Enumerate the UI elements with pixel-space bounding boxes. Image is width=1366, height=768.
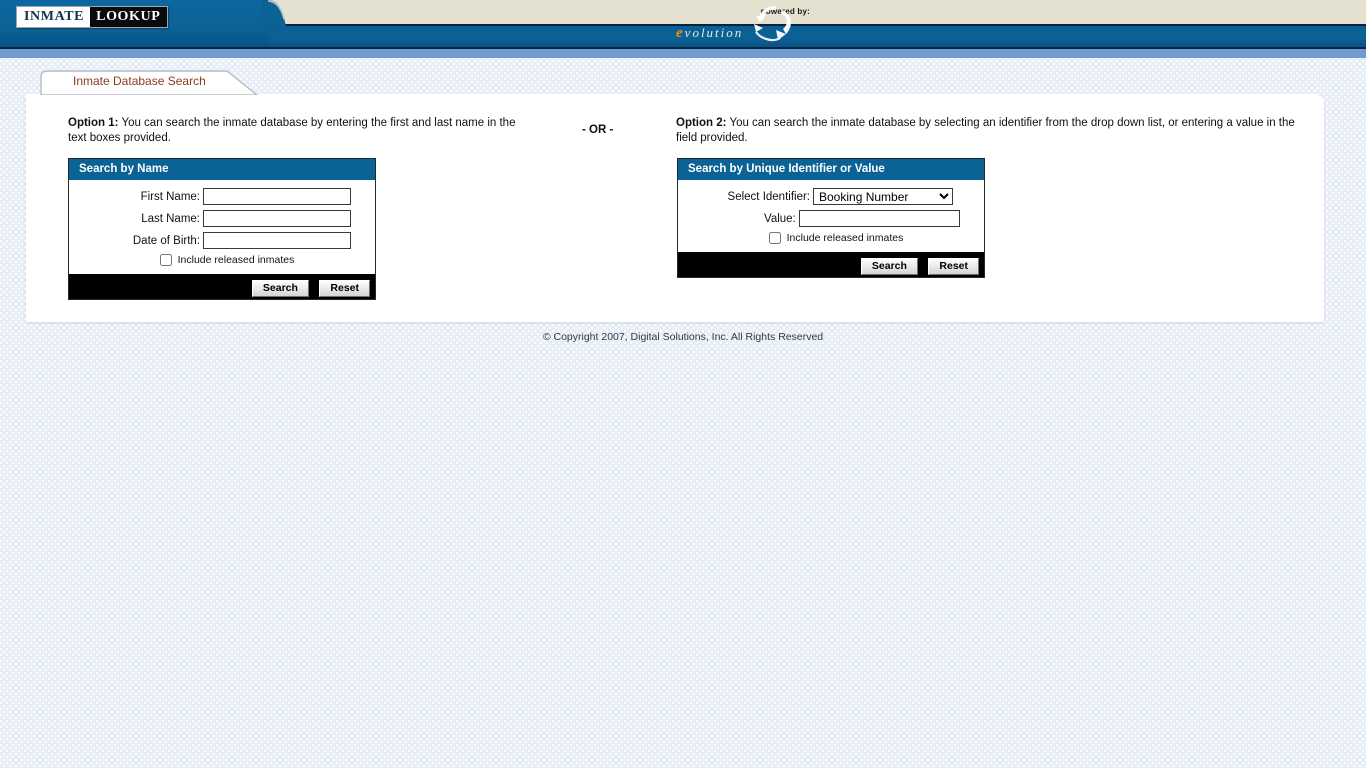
header-accent-band xyxy=(0,49,1366,58)
logo-inmate-text: INMATE xyxy=(17,7,91,27)
last-name-label: Last Name: xyxy=(141,212,200,225)
tab-inmate-database-search[interactable]: Inmate Database Search xyxy=(35,69,275,95)
select-identifier-dropdown[interactable]: Booking Number xyxy=(813,188,953,205)
name-include-released-label: Include released inmates xyxy=(177,254,295,266)
name-include-released-row: Include released inmates xyxy=(69,254,375,266)
name-search-button[interactable]: Search xyxy=(251,280,309,297)
last-name-input[interactable] xyxy=(203,210,351,227)
first-name-row: First Name: xyxy=(69,188,375,205)
main-content-panel: Option 1: You can search the inmate data… xyxy=(26,94,1324,322)
name-include-released-checkbox[interactable] xyxy=(159,254,172,266)
site-logo[interactable]: INMATE LOOKUP xyxy=(16,6,169,28)
evolution-wordmark: evolution xyxy=(676,25,743,41)
first-name-input[interactable] xyxy=(203,188,351,205)
tab-strip: Inmate Database Search xyxy=(0,58,1366,95)
evolution-swirl-icon xyxy=(754,6,791,42)
search-by-name-panel: Search by Name First Name: Last Name: Da… xyxy=(68,158,376,300)
site-header: INMATE LOOKUP powered by: evolution xyxy=(0,0,1366,58)
identifier-reset-button[interactable]: Reset xyxy=(928,258,979,275)
search-by-name-title: Search by Name xyxy=(69,159,375,180)
value-row: Value: xyxy=(678,210,984,227)
option-1-label: Option 1: xyxy=(68,117,119,129)
option-1-description: Option 1: You can search the inmate data… xyxy=(68,116,520,145)
page-root: INMATE LOOKUP powered by: evolution Inma… xyxy=(0,0,1366,768)
evolution-e-glyph: e xyxy=(676,25,685,41)
date-of-birth-input[interactable] xyxy=(203,232,351,249)
search-by-identifier-panel: Search by Unique Identifier or Value Sel… xyxy=(677,158,985,278)
evolution-rest-glyph: volution xyxy=(684,25,744,40)
option-2-description: Option 2: You can search the inmate data… xyxy=(676,116,1316,145)
option-2-body: You can search the inmate database by se… xyxy=(676,117,1295,144)
identifier-include-released-checkbox[interactable] xyxy=(768,232,781,244)
identifier-search-button[interactable]: Search xyxy=(860,258,918,275)
value-input[interactable] xyxy=(798,210,960,227)
identifier-include-released-label: Include released inmates xyxy=(786,232,904,244)
first-name-label: First Name: xyxy=(140,190,200,203)
option-2-label: Option 2: xyxy=(676,117,727,129)
option-1-body: You can search the inmate database by en… xyxy=(68,117,516,144)
date-of-birth-row: Date of Birth: xyxy=(69,232,375,249)
value-label: Value: xyxy=(764,212,796,225)
search-by-name-body: First Name: Last Name: Date of Birth: In… xyxy=(69,180,375,274)
or-divider: - OR - xyxy=(582,124,614,136)
footer-copyright: © Copyright 2007, Digital Solutions, Inc… xyxy=(542,331,824,343)
header-tab-curve xyxy=(262,0,286,26)
date-of-birth-label: Date of Birth: xyxy=(132,234,200,247)
tab-label: Inmate Database Search xyxy=(73,74,206,88)
select-identifier-label: Select Identifier: xyxy=(727,190,810,203)
search-by-identifier-title: Search by Unique Identifier or Value xyxy=(678,159,984,180)
last-name-row: Last Name: xyxy=(69,210,375,227)
search-by-name-footer: Search Reset xyxy=(69,274,375,299)
logo-lookup-text: LOOKUP xyxy=(90,7,168,27)
name-reset-button[interactable]: Reset xyxy=(319,280,370,297)
identifier-include-released-row: Include released inmates xyxy=(678,232,984,244)
search-by-identifier-footer: Search Reset xyxy=(678,252,984,277)
search-by-identifier-body: Select Identifier: Booking Number Value:… xyxy=(678,180,984,252)
select-identifier-row: Select Identifier: Booking Number xyxy=(678,188,984,205)
